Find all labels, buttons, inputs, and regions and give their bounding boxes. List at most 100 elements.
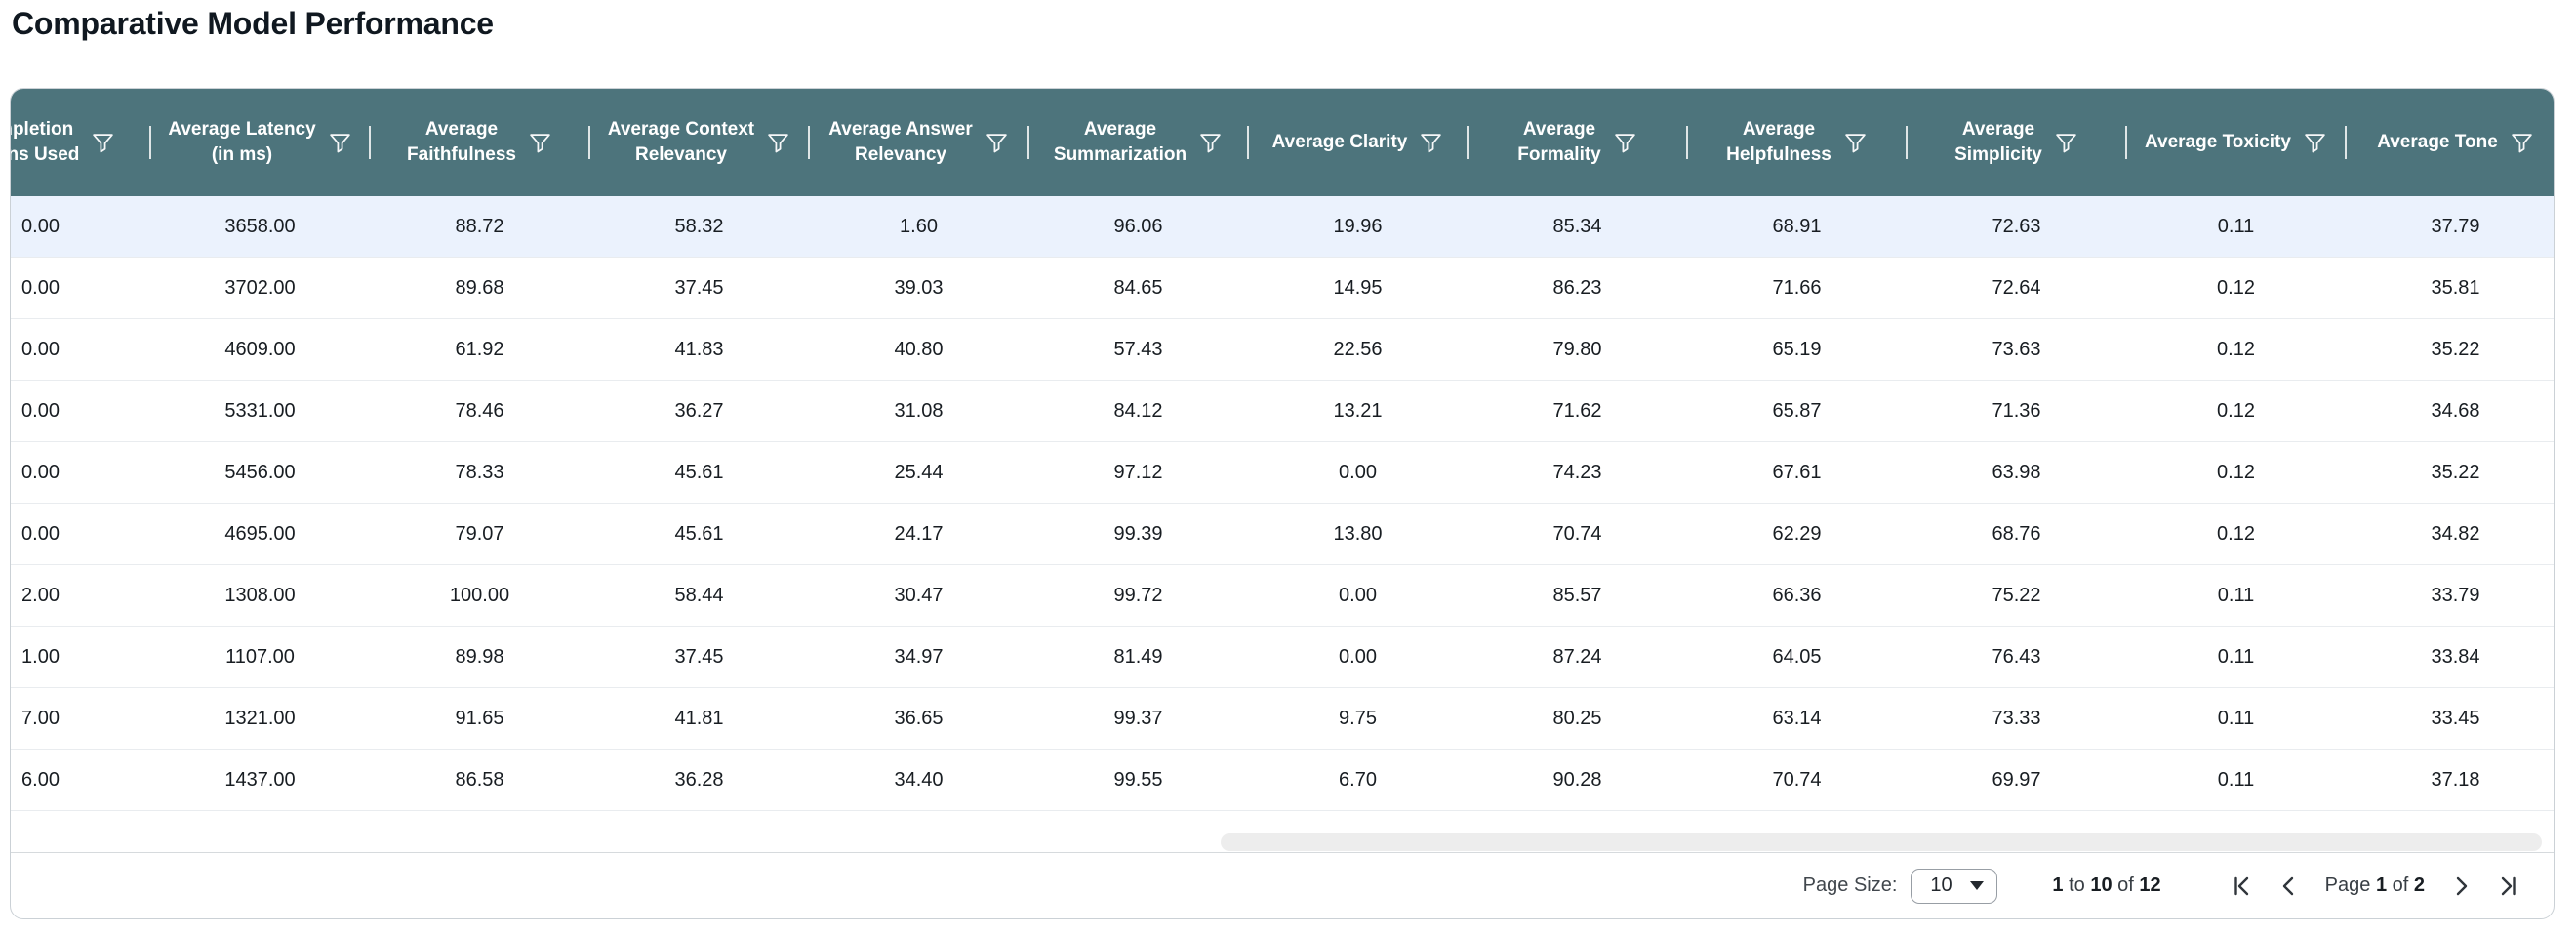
table-cell: 24.17 bbox=[894, 523, 944, 545]
filter-icon[interactable] bbox=[2303, 131, 2327, 155]
column-header-average-simplicity[interactable]: Average Simplicity bbox=[1907, 89, 2126, 196]
range-from: 1 bbox=[2052, 874, 2064, 896]
table-cell: 33.45 bbox=[2431, 708, 2480, 729]
table-cell: 0.00 bbox=[21, 216, 60, 237]
first-page-button[interactable] bbox=[2224, 868, 2261, 905]
table-row[interactable]: 2.00 1308.00 100.00 58.44 30.47 99.72 0.00 85.5… bbox=[11, 565, 2554, 627]
column-header-label: Average Faithfulness bbox=[407, 119, 516, 165]
table-cell: 36.27 bbox=[674, 400, 724, 422]
table-cell: 0.11 bbox=[2217, 708, 2255, 729]
column-header-average-formality[interactable]: Average Formality bbox=[1468, 89, 1687, 196]
filter-icon[interactable] bbox=[1613, 131, 1637, 155]
table-cell: 71.66 bbox=[1772, 277, 1822, 299]
table-row[interactable]: 7.00 1321.00 91.65 41.81 36.65 99.37 9.75 80.25… bbox=[11, 688, 2554, 750]
table-cell: 99.39 bbox=[1113, 523, 1163, 545]
table-cell: 70.74 bbox=[1552, 523, 1602, 545]
table-cell: 3658.00 bbox=[224, 216, 296, 237]
page-indicator: Page 1 of 2 bbox=[2325, 874, 2425, 897]
table-cell: 84.65 bbox=[1113, 277, 1163, 299]
table-cell: 36.28 bbox=[674, 769, 724, 791]
table-cell: 58.32 bbox=[674, 216, 724, 237]
filter-icon[interactable] bbox=[328, 131, 352, 155]
next-page-button[interactable] bbox=[2442, 868, 2479, 905]
column-header-label: Average Summarization bbox=[1053, 119, 1187, 165]
table-cell: 13.80 bbox=[1333, 523, 1383, 545]
filter-icon[interactable] bbox=[766, 131, 790, 155]
table-cell: 79.80 bbox=[1552, 339, 1602, 360]
range-total: 12 bbox=[2139, 874, 2161, 896]
range-to: 10 bbox=[2090, 874, 2113, 896]
table-cell: 3702.00 bbox=[224, 277, 296, 299]
table-row[interactable]: 0.00 5456.00 78.33 45.61 25.44 97.12 0.00 74.23… bbox=[11, 442, 2554, 504]
column-header-average-helpfulness[interactable]: Average Helpfulness bbox=[1687, 89, 1907, 196]
filter-icon[interactable] bbox=[528, 131, 552, 155]
table-cell: 37.79 bbox=[2431, 216, 2480, 237]
table-cell: 69.97 bbox=[1992, 769, 2041, 791]
column-header-average-context-relevancy[interactable]: Average Context Relevancy bbox=[589, 89, 809, 196]
last-page-button[interactable] bbox=[2489, 868, 2526, 905]
table-row[interactable]: 0.00 4695.00 79.07 45.61 24.17 99.39 13.80 70.7… bbox=[11, 504, 2554, 565]
table-cell: 35.81 bbox=[2431, 277, 2480, 299]
table-cell: 7.00 bbox=[21, 708, 60, 729]
column-header-average-tone[interactable]: Average Tone bbox=[2346, 89, 2554, 196]
table-cell: 68.76 bbox=[1992, 523, 2041, 545]
filter-icon[interactable] bbox=[91, 131, 115, 155]
filter-icon[interactable] bbox=[1419, 131, 1443, 155]
table-cell: 0.11 bbox=[2217, 216, 2255, 237]
table-row[interactable]: 6.00 1437.00 86.58 36.28 34.40 99.55 6.70 90.28… bbox=[11, 750, 2554, 811]
table-cell: 1.60 bbox=[900, 216, 938, 237]
table-cell: 0.00 bbox=[1339, 585, 1377, 606]
table-cell: 2.00 bbox=[21, 585, 60, 606]
range-of-word: of bbox=[2117, 874, 2134, 896]
table-row[interactable]: 0.00 4609.00 61.92 41.83 40.80 57.43 22.56 79.8… bbox=[11, 319, 2554, 381]
table-cell: 88.72 bbox=[455, 216, 504, 237]
column-header-average-faithfulness[interactable]: Average Faithfulness bbox=[370, 89, 589, 196]
table-cell: 35.22 bbox=[2431, 462, 2480, 483]
table-row[interactable]: 0.00 5331.00 78.46 36.27 31.08 84.12 13.21 71.6… bbox=[11, 381, 2554, 442]
previous-page-button[interactable] bbox=[2271, 868, 2308, 905]
table-cell: 4609.00 bbox=[224, 339, 296, 360]
column-header-average-summarization[interactable]: Average Summarization bbox=[1028, 89, 1248, 196]
table-cell: 70.74 bbox=[1772, 769, 1822, 791]
page-size-select[interactable]: 10 bbox=[1911, 868, 1998, 904]
table-cell: 0.12 bbox=[2217, 400, 2255, 422]
table-cell: 87.24 bbox=[1552, 646, 1602, 668]
table-cell: 25.44 bbox=[894, 462, 944, 483]
column-header-label: CompletionTokens Used bbox=[11, 119, 80, 165]
table-cell: 99.55 bbox=[1113, 769, 1163, 791]
table-cell: 40.80 bbox=[894, 339, 944, 360]
table-cell: 58.44 bbox=[674, 585, 724, 606]
table-cell: 1.00 bbox=[21, 646, 60, 668]
table-cell: 0.00 bbox=[21, 400, 60, 422]
filter-icon[interactable] bbox=[1843, 131, 1868, 155]
table-cell: 13.21 bbox=[1333, 400, 1383, 422]
table-cell: 37.45 bbox=[674, 646, 724, 668]
horizontal-scrollbar-thumb[interactable] bbox=[1221, 833, 2542, 851]
column-header-average-toxicity[interactable]: Average Toxicity bbox=[2126, 89, 2346, 196]
table-cell: 79.07 bbox=[455, 523, 504, 545]
table-cell: 1321.00 bbox=[224, 708, 296, 729]
table-row[interactable]: 1.00 1107.00 89.98 37.45 34.97 81.49 0.00 87.24… bbox=[11, 627, 2554, 688]
table-cell: 62.29 bbox=[1772, 523, 1822, 545]
header-row: CompletionTokens Used Average Latency(in … bbox=[11, 89, 2554, 196]
last-page-icon bbox=[2501, 876, 2516, 895]
filter-icon[interactable] bbox=[2054, 131, 2078, 155]
grid-viewport: CompletionTokens Used Average Latency(in … bbox=[11, 89, 2554, 811]
table-cell: 61.92 bbox=[455, 339, 504, 360]
filter-icon[interactable] bbox=[1198, 131, 1223, 155]
table-row[interactable]: 0.00 3658.00 88.72 58.32 1.60 96.06 19.96 85.34… bbox=[11, 196, 2554, 258]
column-header-average-answer-relevancy[interactable]: Average Answer Relevancy bbox=[809, 89, 1028, 196]
table-cell: 57.43 bbox=[1113, 339, 1163, 360]
filter-icon[interactable] bbox=[985, 131, 1009, 155]
column-header-label: Average Helpfulness bbox=[1726, 119, 1831, 165]
column-header-completion-tokens-used[interactable]: CompletionTokens Used bbox=[11, 89, 150, 196]
table-row[interactable]: 0.00 3702.00 89.68 37.45 39.03 84.65 14.95 86.2… bbox=[11, 258, 2554, 319]
column-header-average-clarity[interactable]: Average Clarity bbox=[1248, 89, 1468, 196]
table-cell: 63.14 bbox=[1772, 708, 1822, 729]
table-cell: 85.34 bbox=[1552, 216, 1602, 237]
table-cell: 22.56 bbox=[1333, 339, 1383, 360]
table-cell: 68.91 bbox=[1772, 216, 1822, 237]
filter-icon[interactable] bbox=[2510, 131, 2534, 155]
column-header-label: Average Toxicity bbox=[2145, 132, 2291, 152]
column-header-average-latency[interactable]: Average Latency (in ms) bbox=[150, 89, 370, 196]
